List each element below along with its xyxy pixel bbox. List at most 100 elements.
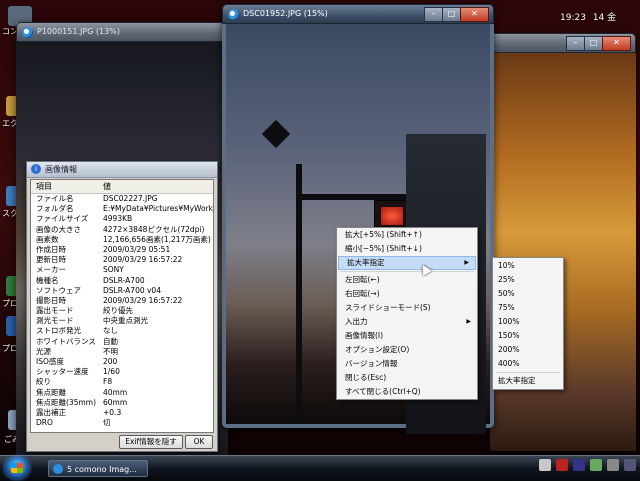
table-row[interactable]: 焦点距離(35mm) 60mm	[31, 398, 213, 408]
row-value: E:¥MyData¥Pictures¥MyWorks0...	[103, 204, 213, 214]
zoom-option[interactable]: 400%	[493, 357, 563, 371]
zoom-option[interactable]: 75%	[493, 301, 563, 315]
row-value: 2009/03/29 05:51	[103, 244, 171, 254]
ok-button[interactable]: OK	[185, 435, 213, 449]
maximize-button[interactable]: □	[442, 7, 461, 22]
menu-item-close[interactable]: 閉じる(Esc)	[337, 371, 477, 385]
tray-icon[interactable]	[573, 459, 585, 471]
table-row[interactable]: ファイルサイズ 4993KB	[31, 214, 213, 224]
tray-icon[interactable]	[607, 459, 619, 471]
tray-icon[interactable]	[624, 459, 636, 471]
zoom-submenu[interactable]: 10% 25% 50% 75% 100% 150% 200% 400% 拡大率指定	[492, 257, 564, 390]
row-value: 12,166,656画素(1,217万画素)	[103, 234, 211, 244]
table-row[interactable]: 絞り F8	[31, 377, 213, 387]
menu-item-rotate-left[interactable]: 左回転(←)	[337, 273, 477, 287]
table-row[interactable]: メーカー SONY	[31, 265, 213, 275]
row-value: 中央重点測光	[103, 316, 148, 326]
menu-item-close-all[interactable]: すべて閉じる(Ctrl+Q)	[337, 385, 477, 399]
zoom-option[interactable]: 100%	[493, 315, 563, 329]
row-value: DSLR-A700	[103, 275, 145, 285]
table-row[interactable]: 更新日時 2009/03/29 16:57:22	[31, 255, 213, 265]
row-value: 絞り優先	[103, 306, 133, 316]
table-row[interactable]: フォルダ名 E:¥MyData¥Pictures¥MyWorks0...	[31, 204, 213, 214]
gadget-date: 14 金	[592, 13, 617, 23]
table-row[interactable]: 機種名 DSLR-A700	[31, 276, 213, 286]
row-key: 焦点距離	[36, 387, 66, 397]
table-row[interactable]: 画像の大きさ 4272×3848ピクセル(72dpi)	[31, 225, 213, 235]
zoom-option[interactable]: 50%	[493, 287, 563, 301]
tray-icon[interactable]	[590, 459, 602, 471]
table-row[interactable]: 作成日時 2009/03/29 05:51	[31, 245, 213, 255]
row-key: 焦点距離(35mm)	[36, 397, 97, 407]
title-bar[interactable]: DSC01952.JPG (15%) – □ ✕	[222, 4, 494, 24]
menu-item-io[interactable]: 入出力 ▶	[337, 315, 477, 329]
menu-item-zoom-in[interactable]: 拡大[+5%] (Shift+↑)	[337, 228, 477, 242]
menu-separator	[340, 271, 474, 272]
row-value: 4993KB	[103, 214, 133, 224]
menu-item-slideshow[interactable]: スライドショーモード(S)	[337, 301, 477, 315]
menu-item-zoom-level[interactable]: 拡大率指定 ▶	[338, 256, 476, 270]
info-table[interactable]: 項目 値 ファイル名 DSC02227.JPG フォルダ名 E:¥MyData¥Pic…	[30, 179, 214, 433]
maximize-button[interactable]: □	[584, 36, 603, 51]
column-header-value[interactable]: 値	[98, 180, 213, 193]
row-value: +0.3	[103, 407, 122, 417]
title-bar[interactable]: – □ ✕	[490, 33, 636, 53]
table-row[interactable]: 画素数 12,166,656画素(1,217万画素)	[31, 235, 213, 245]
table-row[interactable]: 焦点距離 40mm	[31, 388, 213, 398]
row-value: 1/60	[103, 367, 120, 377]
tray-icon[interactable]	[539, 459, 551, 471]
menu-item-image-info[interactable]: 画像情報(I)	[337, 329, 477, 343]
table-row[interactable]: ソフトウェア DSLR-A700 v04	[31, 286, 213, 296]
row-value: 40mm	[103, 387, 128, 397]
menu-item-version[interactable]: バージョン情報	[337, 357, 477, 371]
menu-item-options[interactable]: オプション設定(O)	[337, 343, 477, 357]
table-row[interactable]: ISO感度 200	[31, 357, 213, 367]
zoom-option[interactable]: 25%	[493, 273, 563, 287]
menu-item-zoom-out[interactable]: 縮小[−5%] (Shift+↓)	[337, 242, 477, 256]
table-row[interactable]: ホワイトバランス 自動	[31, 337, 213, 347]
table-row[interactable]: ファイル名 DSC02227.JPG	[31, 194, 213, 204]
dialog-title-bar[interactable]: i 画像情報	[27, 162, 217, 178]
title-bar[interactable]: P1000151.JPG (13%)	[16, 22, 228, 42]
table-row[interactable]: 露出補正 +0.3	[31, 408, 213, 418]
submenu-arrow-icon: ▶	[464, 259, 469, 266]
start-button[interactable]	[5, 457, 29, 479]
taskbar-item[interactable]: 5 comono Imag...	[48, 460, 148, 477]
menu-item-rotate-right[interactable]: 右回転(→)	[337, 287, 477, 301]
context-menu[interactable]: 拡大[+5%] (Shift+↑) 縮小[−5%] (Shift+↓) 拡大率指…	[336, 227, 478, 400]
row-key: フォルダ名	[36, 204, 74, 214]
table-row[interactable]: シャッター速度 1/60	[31, 367, 213, 377]
table-row[interactable]: 光源 不明	[31, 347, 213, 357]
image-info-dialog[interactable]: i 画像情報 項目 値 ファイル名 DSC02227.JPG フォルダ名 E:¥MyD…	[26, 161, 218, 452]
hide-exif-button[interactable]: Exif情報を隠す	[119, 435, 183, 449]
shop-photo	[490, 53, 636, 451]
minimize-button[interactable]: –	[566, 36, 585, 51]
row-key: 撮影日時	[36, 295, 66, 305]
row-key: DRO	[36, 418, 53, 428]
window-title: P1000151.JPG (13%)	[37, 27, 120, 36]
zoom-option[interactable]: 150%	[493, 329, 563, 343]
row-value: DSC02227.JPG	[103, 194, 158, 203]
minimize-button[interactable]: –	[424, 7, 443, 22]
row-value: 自動	[103, 336, 118, 346]
table-row[interactable]: 撮影日時 2009/03/29 16:57:22	[31, 296, 213, 306]
table-row[interactable]: 露出モード 絞り優先	[31, 306, 213, 316]
tray-icon[interactable]	[556, 459, 568, 471]
menu-separator	[496, 372, 560, 373]
dialog-title: 画像情報	[45, 165, 77, 174]
row-value: SONY	[103, 265, 124, 275]
submenu-arrow-icon: ▶	[466, 318, 471, 325]
zoom-option[interactable]: 拡大率指定	[493, 374, 563, 388]
zoom-option[interactable]: 200%	[493, 343, 563, 357]
zoom-option[interactable]: 10%	[493, 259, 563, 273]
table-row[interactable]: ストロボ発光 なし	[31, 326, 213, 336]
table-body: ファイル名 DSC02227.JPG フォルダ名 E:¥MyData¥Pictures…	[31, 194, 213, 428]
row-key: 露出モード	[36, 306, 74, 316]
column-header-item[interactable]: 項目	[31, 180, 98, 193]
table-row[interactable]: DRO 切	[31, 418, 213, 428]
gadget-time: 19:23	[560, 13, 586, 23]
close-button[interactable]: ✕	[602, 36, 631, 51]
row-key: シャッター速度	[36, 367, 89, 377]
close-button[interactable]: ✕	[460, 7, 489, 22]
table-row[interactable]: 測光モード 中央重点測光	[31, 316, 213, 326]
